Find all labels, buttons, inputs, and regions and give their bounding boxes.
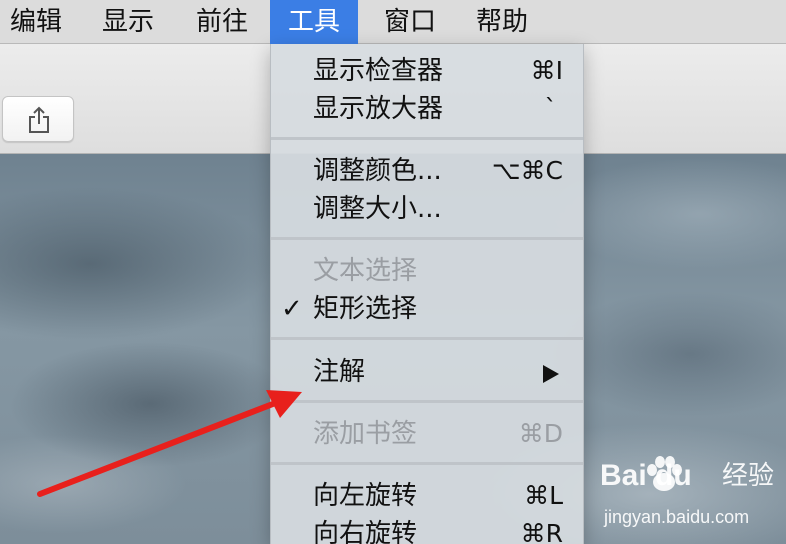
menu-item-shortcut: ⌘I — [530, 56, 563, 85]
menu-item-adjust-size[interactable]: 调整大小... — [271, 190, 583, 226]
menu-separator — [271, 137, 583, 140]
menu-edit[interactable]: 编辑 — [6, 0, 66, 44]
menu-item-shortcut: ⌥⌘C — [491, 156, 563, 185]
menu-separator — [271, 237, 583, 240]
menu-item-shortcut: ⌘R — [520, 519, 563, 544]
share-icon — [29, 106, 49, 133]
menu-item-label: 调整颜色... — [313, 156, 442, 186]
menu-tools[interactable]: 工具 — [270, 0, 359, 44]
menu-item-shortcut: ⌘D — [518, 419, 563, 448]
baidu-jingyan-watermark: Bai du 经验 jingyan.baidu.com — [600, 456, 780, 538]
menu-view[interactable]: 显示 — [98, 0, 158, 44]
screen: 编辑 显示 前往 工具 窗口 帮助 显示检查器 ⌘I 显示放大器 ` 调整颜色.… — [0, 0, 786, 544]
menu-item-text-selection: 文本选择 — [271, 252, 583, 288]
tools-dropdown-menu: 显示检查器 ⌘I 显示放大器 ` 调整颜色... ⌥⌘C 调整大小... 文本选… — [270, 44, 584, 544]
menu-item-rectangle-selection[interactable]: ✓ 矩形选择 — [271, 290, 583, 326]
menu-item-label: 调整大小... — [313, 194, 442, 224]
menu-item-label: 注解 — [313, 357, 366, 387]
menu-separator — [271, 337, 583, 340]
menu-item-label: 添加书签 — [313, 419, 418, 449]
menu-item-label: 矩形选择 — [313, 294, 418, 324]
checkmark-icon: ✓ — [281, 294, 303, 324]
menu-separator — [271, 462, 583, 465]
menu-item-rotate-left[interactable]: 向左旋转 ⌘L — [271, 477, 583, 513]
menu-item-annotate[interactable]: 注解 — [271, 353, 583, 389]
watermark-url: jingyan.baidu.com — [604, 507, 750, 527]
menu-item-show-magnifier[interactable]: 显示放大器 ` — [271, 90, 583, 126]
menu-item-label: 文本选择 — [313, 256, 418, 286]
menu-item-label: 向左旋转 — [313, 481, 418, 511]
watermark-brand-cn: 经验 — [722, 461, 775, 491]
menu-item-adjust-color[interactable]: 调整颜色... ⌥⌘C — [271, 152, 583, 188]
menu-go[interactable]: 前往 — [192, 0, 252, 44]
menu-item-rotate-right[interactable]: 向右旋转 ⌘R — [271, 515, 583, 544]
menu-item-add-bookmark: 添加书签 ⌘D — [271, 415, 583, 451]
menu-item-shortcut: ⌘L — [524, 481, 563, 510]
menu-window[interactable]: 窗口 — [380, 0, 440, 44]
menu-bar: 编辑 显示 前往 工具 窗口 帮助 — [0, 0, 786, 44]
menu-help[interactable]: 帮助 — [472, 0, 532, 44]
submenu-arrow-icon — [543, 365, 559, 383]
menu-item-label: 向右旋转 — [313, 519, 418, 544]
menu-separator — [271, 400, 583, 403]
menu-item-show-inspector[interactable]: 显示检查器 ⌘I — [271, 52, 583, 88]
menu-item-shortcut: ` — [544, 94, 558, 123]
paw-icon — [647, 456, 682, 491]
share-button[interactable] — [2, 96, 74, 142]
menu-item-label: 显示检查器 — [313, 56, 444, 86]
menu-item-label: 显示放大器 — [313, 94, 444, 124]
